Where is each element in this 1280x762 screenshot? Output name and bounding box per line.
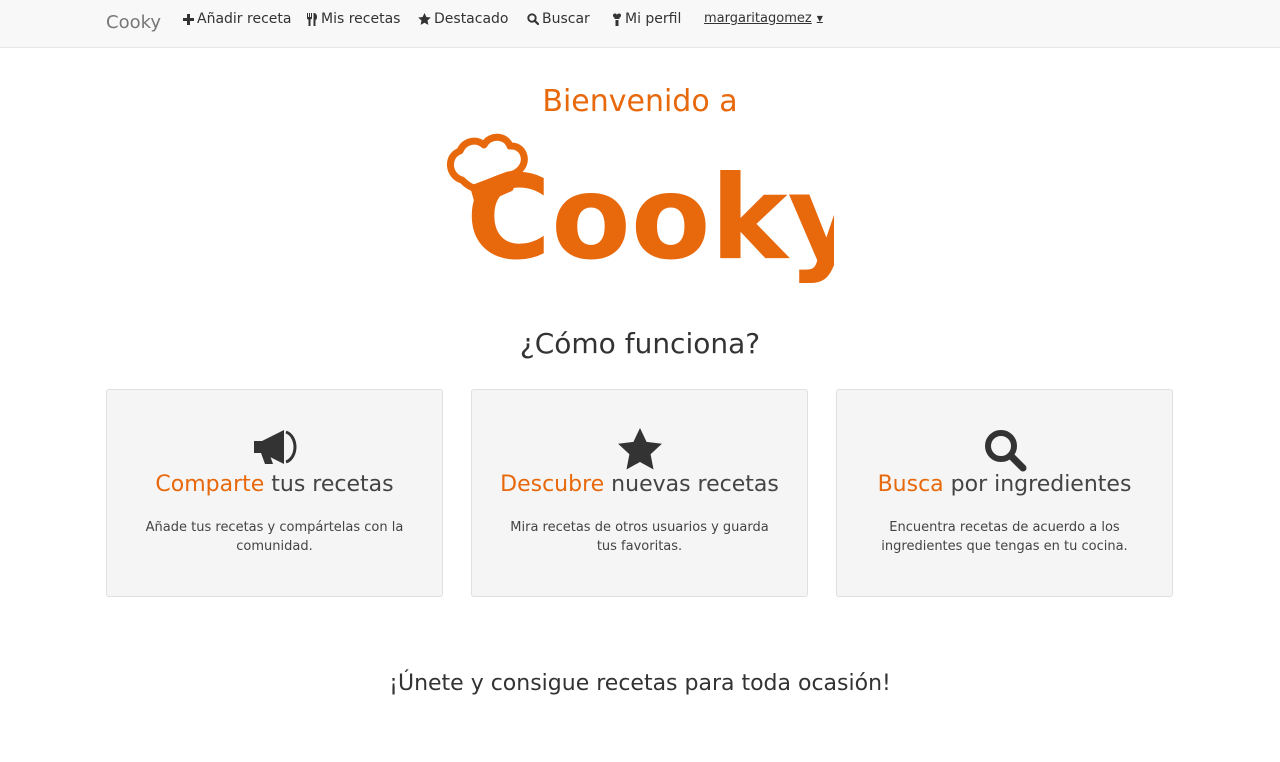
user-dropdown[interactable]: margaritagomez ▼ <box>704 11 823 26</box>
brand-link[interactable]: Cooky <box>106 12 161 33</box>
nav-my-recipes[interactable]: Mis recetas <box>307 11 400 27</box>
search-icon <box>527 13 539 25</box>
caret-down-icon: ▼ <box>816 14 823 23</box>
join-cta-text: ¡Únete y consigue recetas para toda ocas… <box>389 671 891 696</box>
feature-heading-discover: Descubre nuevas recetas <box>472 472 807 497</box>
feature-card-share: Comparte tus recetas Añade tus recetas y… <box>106 389 443 597</box>
welcome-heading: Bienvenido a <box>542 84 738 119</box>
search-icon <box>983 428 1027 476</box>
chef-icon <box>612 13 622 26</box>
feature-desc-search: Encuentra recetas de acuerdo a los ingre… <box>881 520 1128 554</box>
feature-desc-share: Añade tus recetas y compártelas con la c… <box>145 520 404 554</box>
feature-card-search: Busca por ingredientes Encuentra recetas… <box>836 389 1173 597</box>
nav-search-label: Buscar <box>542 11 590 27</box>
nav-profile[interactable]: Mi perfil <box>612 11 681 27</box>
nav-featured-label: Destacado <box>434 11 509 27</box>
how-it-works-title: ¿Cómo funciona? <box>519 327 761 360</box>
feature-accent-search: Busca <box>877 472 944 497</box>
feature-heading-search: Busca por ingredientes <box>837 472 1172 497</box>
nav-profile-label: Mi perfil <box>625 11 682 27</box>
nav-featured[interactable]: Destacado <box>418 11 508 27</box>
star-icon <box>418 13 431 25</box>
user-dropdown-label: margaritagomez <box>704 11 812 26</box>
nav-add-recipe[interactable]: Añadir receta <box>183 11 291 27</box>
nav-add-recipe-label: Añadir receta <box>197 11 292 27</box>
feature-rest-share: tus recetas <box>264 472 394 497</box>
plus-icon <box>183 13 194 25</box>
nav-my-recipes-label: Mis recetas <box>321 11 401 27</box>
top-navbar: Cooky Añadir receta Mis recetas Destacad… <box>0 0 1280 48</box>
cooky-logo: Cooky. <box>442 132 897 288</box>
cutlery-icon <box>307 12 318 26</box>
nav-search[interactable]: Buscar <box>527 11 590 27</box>
feature-rest-search: por ingredientes <box>943 472 1132 497</box>
megaphone-icon <box>252 428 298 470</box>
feature-card-discover: Descubre nuevas recetas Mira recetas de … <box>471 389 808 597</box>
feature-desc-discover: Mira recetas de otros usuarios y guarda … <box>510 520 769 554</box>
feature-accent-discover: Descubre <box>500 472 605 497</box>
feature-heading-share: Comparte tus recetas <box>107 472 442 497</box>
logo-wordmark: Cooky. <box>466 151 834 286</box>
star-icon <box>617 428 662 474</box>
feature-rest-discover: nuevas recetas <box>604 472 779 497</box>
feature-accent-share: Comparte <box>155 472 265 497</box>
